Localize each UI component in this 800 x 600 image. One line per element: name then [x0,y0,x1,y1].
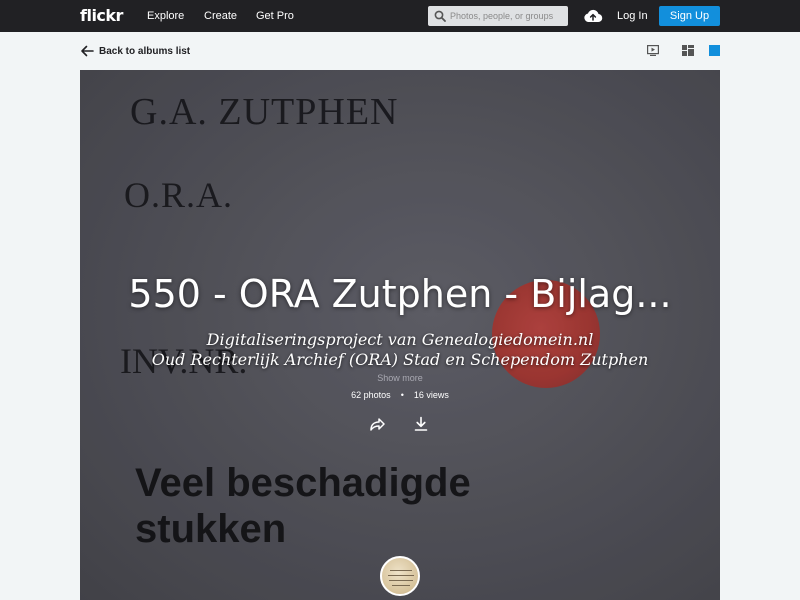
avatar[interactable] [380,556,420,596]
description-line: Digitaliseringsproject van Genealogiedom… [206,330,594,349]
description-line: Oud Rechterlijk Archief (ORA) Stad en Sc… [151,350,649,369]
back-label: Back to albums list [99,45,191,57]
album-title: 550 - ORA Zutphen - Bijlag... [128,272,672,316]
nav-explore[interactable]: Explore [147,10,184,22]
flickr-logo[interactable]: flickr [80,6,123,25]
grid-view-icon[interactable] [682,45,694,56]
slideshow-icon[interactable] [647,45,659,56]
search-icon[interactable] [434,10,446,22]
arrow-left-icon [81,45,94,57]
album-cover: G.A. ZUTPHEN O.R.A. INV.NR. Veel beschad… [80,70,720,600]
photo-count: 62 photos [351,390,391,400]
nav-get-pro[interactable]: Get Pro [256,10,294,22]
share-icon[interactable] [369,416,385,432]
back-to-albums-link[interactable]: Back to albums list [80,44,190,58]
signup-button[interactable]: Sign Up [659,6,720,26]
upload-cloud-icon[interactable] [583,8,603,24]
stats-separator: • [400,390,404,400]
search-box [428,6,568,26]
top-navigation-bar: flickr Explore Create Get Pro Log In Sig… [0,0,800,32]
login-link[interactable]: Log In [617,10,648,22]
search-input[interactable] [450,8,564,24]
view-count: 16 views [413,390,449,400]
download-icon[interactable] [413,416,429,432]
nav-create[interactable]: Create [204,10,237,22]
album-stats: 62 photos • 16 views [80,390,720,400]
square-view-icon[interactable] [709,45,720,56]
show-more-link[interactable]: Show more [80,373,720,383]
album-description: Digitaliseringsproject van Genealogiedom… [80,330,720,370]
